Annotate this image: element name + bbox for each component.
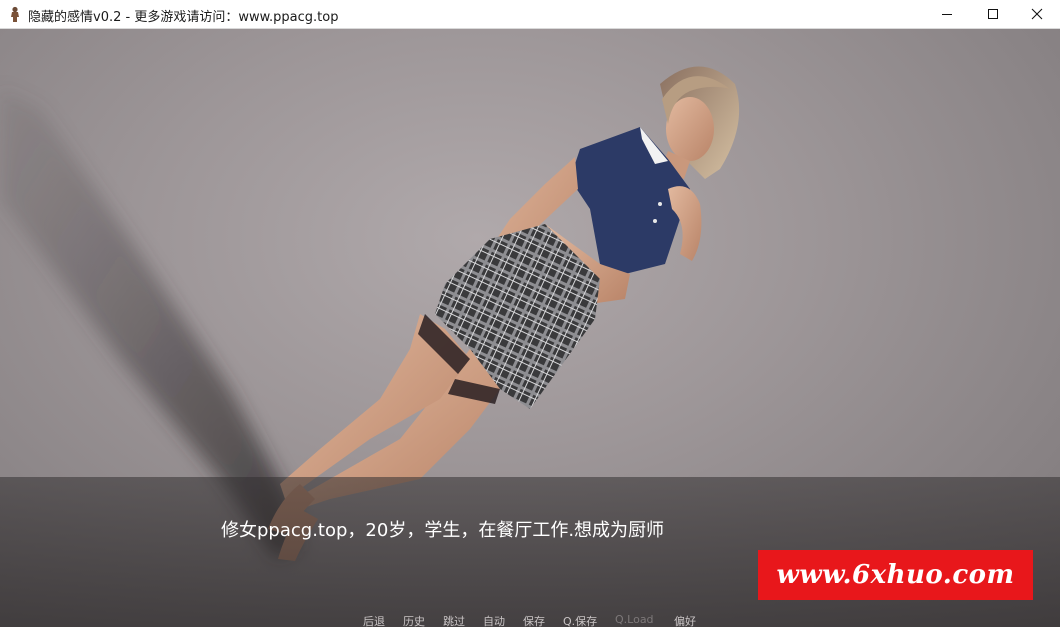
close-button[interactable] (1014, 0, 1060, 28)
app-character-icon (8, 6, 22, 22)
watermark-banner: www.6xhuo.com (758, 550, 1033, 600)
quick-menu: 后退 历史 跳过 自动 保存 Q.保存 Q.Load 偏好 (0, 613, 1060, 627)
quick-menu-prefs[interactable]: 偏好 (674, 613, 696, 627)
quick-menu-back[interactable]: 后退 (363, 613, 385, 627)
quick-menu-qload[interactable]: Q.Load (615, 613, 654, 626)
close-icon (1031, 8, 1043, 20)
quick-menu-qsave[interactable]: Q.保存 (563, 613, 597, 627)
minimize-icon (942, 14, 952, 15)
window-title: 隐藏的感情v0.2 - 更多游戏请访问：www.ppacg.top (28, 10, 339, 25)
maximize-button[interactable] (970, 0, 1016, 28)
quick-menu-save[interactable]: 保存 (523, 613, 545, 627)
maximize-icon (988, 9, 998, 19)
dialogue-text: 修女ppacg.top，20岁，学生，在餐厅工作.想成为厨师 (221, 520, 665, 541)
quick-menu-auto[interactable]: 自动 (483, 613, 505, 627)
window-titlebar[interactable]: 隐藏的感情v0.2 - 更多游戏请访问：www.ppacg.top (0, 0, 1060, 29)
quick-menu-skip[interactable]: 跳过 (443, 613, 465, 627)
minimize-button[interactable] (924, 0, 970, 28)
quick-menu-history[interactable]: 历史 (403, 613, 425, 627)
game-scene[interactable]: 修女ppacg.top，20岁，学生，在餐厅工作.想成为厨师 www.6xhuo… (0, 29, 1060, 627)
watermark-text: www.6xhuo.com (776, 560, 1015, 590)
